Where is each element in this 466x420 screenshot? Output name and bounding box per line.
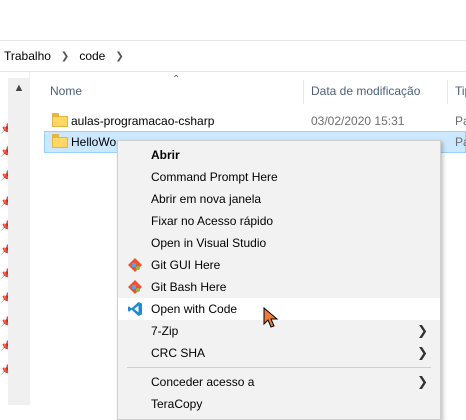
menu-item-open-visual-studio[interactable]: Open in Visual Studio	[118, 232, 440, 254]
menu-separator	[127, 367, 431, 368]
menu-item-label: Abrir	[151, 148, 180, 162]
chevron-right-icon[interactable]: ❯	[109, 51, 129, 62]
chevron-right-icon[interactable]: ❯	[55, 51, 75, 62]
chevron-right-icon: ❯	[417, 374, 428, 389]
context-menu: Abrir Command Prompt Here Abrir em nova …	[117, 140, 441, 420]
folder-icon	[52, 113, 68, 127]
address-bar[interactable]: Trabalho ❯ code ❯	[0, 40, 466, 72]
file-row[interactable]: aulas-programacao-csharp 03/02/2020 15:3…	[44, 110, 466, 132]
menu-item-label: TeraCopy	[151, 397, 203, 411]
git-gui-icon	[128, 258, 142, 272]
vscode-icon	[128, 302, 142, 316]
menu-item-label: Open with Code	[151, 302, 238, 316]
scroll-up-arrow-icon[interactable]: ▲	[8, 78, 30, 98]
breadcrumb-item-trabalho[interactable]: Trabalho	[0, 49, 55, 63]
mouse-cursor-icon	[263, 307, 279, 328]
file-date: 03/02/2020 15:31	[311, 114, 405, 128]
nav-scrollbar[interactable]: ▲	[8, 78, 30, 405]
menu-item-grant-access[interactable]: Conceder acesso a ❯	[118, 371, 440, 393]
menu-item-open-with-code[interactable]: Open with Code	[118, 298, 440, 320]
chevron-right-icon: ❯	[417, 345, 428, 360]
menu-item-label: Git Bash Here	[151, 280, 227, 294]
column-divider[interactable]	[303, 80, 304, 104]
menu-item-command-prompt[interactable]: Command Prompt Here	[118, 166, 440, 188]
menu-item-pin-quick-access[interactable]: Fixar no Acesso rápido	[118, 210, 440, 232]
menu-item-label: 7-Zip	[151, 324, 179, 338]
file-name: HelloWo	[71, 135, 117, 149]
column-header-date[interactable]: Data de modificação	[311, 84, 420, 98]
menu-item-label: Open in Visual Studio	[151, 236, 267, 250]
column-divider[interactable]	[447, 80, 448, 104]
title-bar-area	[0, 0, 466, 36]
menu-item-label: CRC SHA	[151, 346, 206, 360]
menu-item-7zip[interactable]: 7-Zip ❯	[118, 320, 440, 342]
menu-item-git-gui[interactable]: Git GUI Here	[118, 254, 440, 276]
chevron-right-icon: ❯	[417, 323, 428, 338]
breadcrumb-item-code[interactable]: code	[75, 49, 109, 63]
menu-item-abrir[interactable]: Abrir	[118, 144, 440, 166]
folder-icon	[52, 134, 68, 148]
menu-item-label: Command Prompt Here	[151, 170, 278, 184]
git-bash-icon	[128, 280, 142, 294]
menu-item-git-bash[interactable]: Git Bash Here	[118, 276, 440, 298]
column-header-name[interactable]: Nome	[50, 84, 82, 98]
column-header-type[interactable]: Tip	[455, 84, 466, 98]
column-header-row: ⌃ Nome Data de modificação Tip	[44, 74, 466, 104]
menu-item-label: Fixar no Acesso rápido	[151, 214, 274, 228]
sort-ascending-icon: ⌃	[172, 74, 181, 85]
file-type: Pa	[455, 135, 466, 149]
file-name: aulas-programacao-csharp	[71, 114, 215, 128]
menu-item-label: Abrir em nova janela	[151, 192, 262, 206]
file-type: Pa	[455, 114, 466, 128]
menu-item-crc-sha[interactable]: CRC SHA ❯	[118, 342, 440, 364]
menu-item-open-new-window[interactable]: Abrir em nova janela	[118, 188, 440, 210]
menu-item-label: Conceder acesso a	[151, 375, 255, 389]
menu-item-teracopy[interactable]: TeraCopy	[118, 393, 440, 415]
menu-item-label: Git GUI Here	[151, 258, 221, 272]
